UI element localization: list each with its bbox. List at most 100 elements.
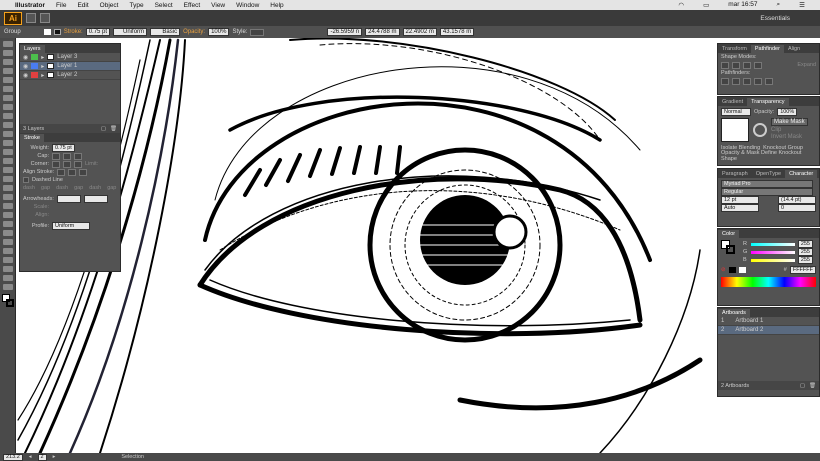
width-field[interactable]: 22.4902 m: [402, 28, 437, 36]
clip-checkbox[interactable]: Clip: [771, 127, 808, 133]
layer-name[interactable]: Layer 2: [57, 72, 77, 78]
fill-stroke-swatches[interactable]: [721, 240, 737, 254]
opacity-link[interactable]: Opacity:: [183, 29, 205, 35]
leading-field[interactable]: (14.4 pt): [778, 196, 816, 204]
stroke-weight-field[interactable]: 0.75 pt: [85, 28, 111, 36]
tab-transparency[interactable]: Transparency: [747, 98, 789, 106]
artboard-name[interactable]: Artboard 1: [735, 318, 763, 324]
menu-window[interactable]: Window: [236, 2, 259, 9]
mesh-tool-icon[interactable]: [3, 203, 13, 209]
workspace-switcher[interactable]: Essentials: [760, 15, 790, 22]
menu-effect[interactable]: Effect: [184, 2, 201, 9]
tab-paragraph[interactable]: Paragraph: [718, 170, 752, 178]
align-outside-icon[interactable]: [79, 168, 88, 176]
width-tool-icon[interactable]: [3, 167, 13, 173]
selection-tool-icon[interactable]: [3, 41, 13, 47]
x-field[interactable]: -26.5959 n: [327, 28, 363, 36]
fill-stroke-swatches[interactable]: [2, 294, 14, 310]
tab-pathfinder[interactable]: Pathfinder: [750, 45, 784, 53]
blob-brush-tool-icon[interactable]: [3, 131, 13, 137]
red-field[interactable]: 255: [797, 240, 813, 248]
symbol-sprayer-tool-icon[interactable]: [3, 239, 13, 245]
gradient-tool-icon[interactable]: [3, 212, 13, 218]
artboard-next-icon[interactable]: ▸: [53, 454, 56, 460]
rectangle-tool-icon[interactable]: [3, 104, 13, 110]
invert-mask-checkbox[interactable]: Invert Mask: [771, 134, 808, 140]
shape-builder-tool-icon[interactable]: [3, 185, 13, 191]
font-size-field[interactable]: 12 pt: [721, 196, 759, 204]
color-spectrum[interactable]: [721, 277, 816, 287]
search-icon[interactable]: ⌕: [777, 1, 781, 9]
blend-tool-icon[interactable]: [3, 230, 13, 236]
merge-icon[interactable]: [743, 77, 751, 85]
artboard-field[interactable]: 2: [37, 453, 47, 461]
corner-round-icon[interactable]: [63, 160, 71, 168]
menu-file[interactable]: File: [56, 2, 66, 9]
eye-icon[interactable]: ◉: [23, 72, 28, 79]
list-icon[interactable]: ☰: [799, 1, 805, 9]
mask-link-icon[interactable]: [753, 123, 767, 137]
tab-stroke[interactable]: Stroke: [20, 134, 44, 142]
unite-icon[interactable]: [721, 61, 729, 69]
intersect-icon[interactable]: [743, 61, 751, 69]
layer-name[interactable]: Layer 3: [57, 54, 77, 60]
arrowhead-start-dropdown[interactable]: [56, 195, 81, 203]
pencil-tool-icon[interactable]: [3, 122, 13, 128]
divide-icon[interactable]: [721, 77, 729, 85]
tab-layers[interactable]: Layers: [20, 45, 45, 53]
expand-button[interactable]: Expand: [797, 62, 816, 68]
crop-icon[interactable]: [754, 77, 762, 85]
trim-icon[interactable]: [732, 77, 740, 85]
align-center-icon[interactable]: [57, 168, 66, 176]
eyedropper-tool-icon[interactable]: [3, 221, 13, 227]
variable-width-dropdown[interactable]: Uniform: [113, 28, 148, 36]
direct-selection-tool-icon[interactable]: [3, 50, 13, 56]
zoom-tool-icon[interactable]: [3, 284, 13, 290]
expand-icon[interactable]: ▸: [41, 54, 44, 61]
layer-row[interactable]: ◉ ▸ Layer 2: [20, 71, 120, 80]
menu-view[interactable]: View: [211, 2, 225, 9]
pen-tool-icon[interactable]: [3, 77, 13, 83]
weight-field[interactable]: 0.75 pt: [52, 144, 75, 152]
tab-transform[interactable]: Transform: [718, 45, 751, 53]
tab-artboards[interactable]: Artboards: [718, 309, 750, 317]
artboard-row[interactable]: 2 Artboard 2: [718, 326, 819, 335]
artboard-name[interactable]: Artboard 2: [735, 327, 763, 333]
expand-icon[interactable]: ▸: [41, 63, 44, 70]
cap-butt-icon[interactable]: [52, 152, 60, 160]
align-inside-icon[interactable]: [68, 168, 77, 176]
wifi-icon[interactable]: ◠: [678, 1, 684, 9]
free-transform-tool-icon[interactable]: [3, 176, 13, 182]
lasso-tool-icon[interactable]: [3, 68, 13, 74]
hex-field[interactable]: FFFFFF: [789, 266, 816, 274]
layer-name[interactable]: Layer 1: [57, 63, 77, 69]
graph-tool-icon[interactable]: [3, 248, 13, 254]
y-field[interactable]: 24.4788 m: [365, 28, 400, 36]
battery-icon[interactable]: ▭: [703, 1, 709, 9]
font-style-dropdown[interactable]: Regular: [721, 188, 813, 196]
zoom-field[interactable]: 213.2: [3, 453, 23, 461]
menu-edit[interactable]: Edit: [77, 2, 88, 9]
red-slider[interactable]: [751, 242, 795, 246]
new-artboard-icon[interactable]: ▢: [800, 383, 805, 389]
tab-opentype[interactable]: OpenType: [752, 170, 785, 178]
menu-object[interactable]: Object: [100, 2, 119, 9]
stroke-link[interactable]: Stroke:: [64, 29, 83, 35]
green-field[interactable]: 255: [797, 248, 813, 256]
opacity-mask-checkbox[interactable]: Opacity & Mask Define Knockout Shape: [721, 150, 816, 162]
menu-help[interactable]: Help: [270, 2, 283, 9]
slice-tool-icon[interactable]: [3, 266, 13, 272]
exclude-icon[interactable]: [754, 61, 762, 69]
hand-tool-icon[interactable]: [3, 275, 13, 281]
artboard-row[interactable]: 1 Artboard 1: [718, 317, 819, 326]
paintbrush-tool-icon[interactable]: [3, 113, 13, 119]
stroke-swatch[interactable]: [53, 29, 61, 35]
tab-align[interactable]: Align: [784, 45, 804, 53]
line-tool-icon[interactable]: [3, 95, 13, 101]
artwork-canvas[interactable]: [16, 38, 716, 453]
scale-tool-icon[interactable]: [3, 158, 13, 164]
dashed-line-checkbox[interactable]: [23, 177, 29, 183]
cap-round-icon[interactable]: [63, 152, 71, 160]
expand-icon[interactable]: ▸: [41, 72, 44, 79]
white-swatch[interactable]: [738, 267, 746, 273]
